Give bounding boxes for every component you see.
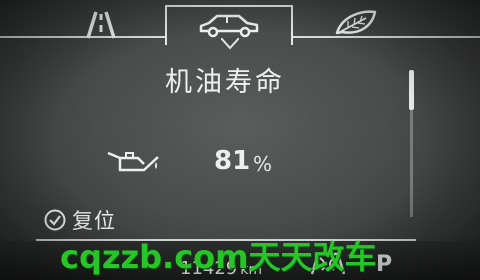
tab-eco[interactable] <box>320 0 400 46</box>
car-icon <box>199 14 259 38</box>
watermark: cqzzb.com天天改车 <box>60 238 377 276</box>
page-title: 机油寿命 <box>165 67 285 98</box>
leaf-icon <box>335 10 377 35</box>
scrollbar-thumb[interactable] <box>409 70 414 110</box>
oil-life-value: 81 <box>214 146 251 176</box>
tab-bar <box>0 0 480 50</box>
oil-life-unit: % <box>253 152 273 176</box>
tab-road[interactable] <box>60 0 150 46</box>
reset-label: 复位 <box>72 209 116 233</box>
cluster-display: 机油寿命 81 % 复位 11429 km P cqzzb.com天天改车 <box>0 0 480 280</box>
check-circle-icon <box>44 209 66 231</box>
reset-option[interactable]: 复位 <box>44 206 116 234</box>
oil-can-icon <box>107 151 159 172</box>
gear-indicator: P <box>376 252 393 277</box>
road-lanes-icon <box>86 11 116 39</box>
selected-tab-pointer <box>221 38 239 50</box>
